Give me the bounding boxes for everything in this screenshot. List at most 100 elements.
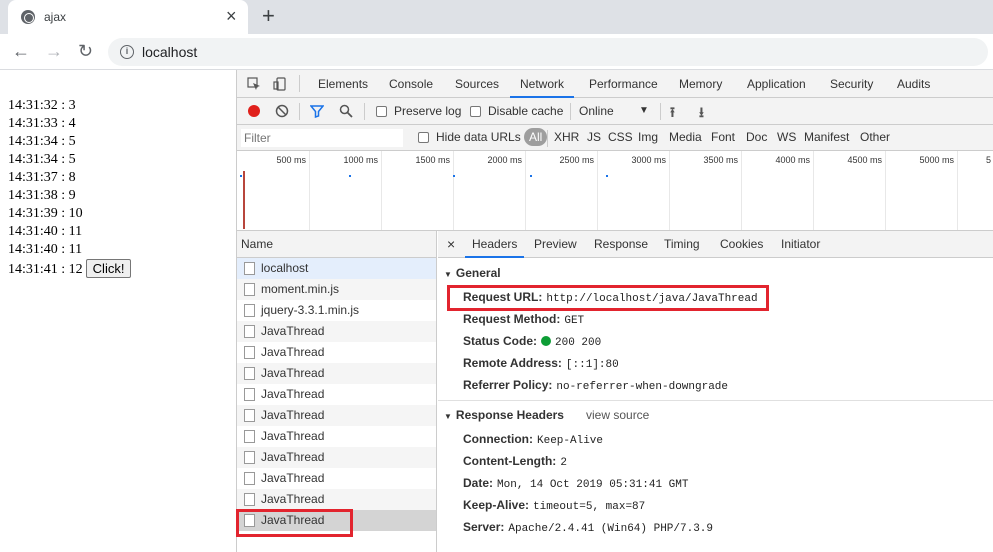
request-row[interactable]: JavaThread [237, 342, 436, 363]
tab-headers[interactable]: Headers [465, 231, 525, 258]
export-har-icon[interactable]: ⭳ [699, 102, 704, 126]
type-filter-other[interactable]: Other [860, 130, 890, 144]
tab-timing[interactable]: Timing [664, 231, 700, 258]
request-dot [453, 175, 455, 177]
device-toolbar-icon[interactable] [273, 77, 287, 91]
request-row[interactable]: JavaThread [237, 321, 436, 342]
triangle-down-icon: ▼ [444, 412, 452, 421]
search-icon[interactable] [339, 104, 353, 118]
forward-icon[interactable]: → [45, 39, 63, 63]
request-row[interactable]: JavaThread [237, 384, 436, 405]
tab-preview[interactable]: Preview [534, 231, 577, 258]
status-ok-icon [541, 336, 552, 346]
request-row[interactable]: JavaThread [237, 426, 436, 447]
close-details-icon[interactable]: × [447, 231, 455, 258]
timeline-gridline [669, 151, 670, 230]
clear-icon[interactable] [275, 104, 289, 118]
remote-address-value: [::1]:80 [565, 359, 619, 371]
type-filter-all[interactable]: All [524, 128, 548, 146]
preserve-log-checkbox[interactable] [376, 106, 387, 117]
type-filter-xhr[interactable]: XHR [554, 130, 579, 144]
status-code-key: Status Code: [463, 334, 538, 348]
request-row[interactable]: jquery-3.3.1.min.js [237, 300, 436, 321]
tab-sources[interactable]: Sources [455, 70, 499, 98]
toolbar-divider [547, 130, 548, 147]
address-bar[interactable]: i localhost [108, 38, 988, 66]
timeline-tick-label: 2000 ms [487, 155, 522, 165]
disable-cache-checkbox[interactable] [470, 106, 481, 117]
network-overview-timeline[interactable]: 500 ms 1000 ms 1500 ms 2000 ms 2500 ms 3… [237, 151, 993, 231]
back-icon[interactable]: ← [12, 39, 30, 63]
info-icon[interactable]: i [120, 45, 134, 59]
filter-icon[interactable] [310, 104, 324, 118]
type-filter-img[interactable]: Img [638, 130, 658, 144]
output-line: 14:31:39 : 10 [8, 206, 83, 221]
tab-audits[interactable]: Audits [897, 70, 930, 98]
general-section-header[interactable]: ▼ General [444, 266, 501, 280]
toolbar-divider [299, 103, 300, 120]
request-row[interactable]: JavaThread [237, 447, 436, 468]
type-filter-js[interactable]: JS [587, 130, 601, 144]
tab-title: ajax [44, 10, 67, 24]
output-line: 14:31:32 : 3 [8, 98, 76, 113]
output-line: 14:31:34 : 5 [8, 134, 76, 149]
devtools-tabbar: Elements Console Sources Network Perform… [237, 70, 993, 98]
record-icon[interactable] [247, 104, 261, 118]
timeline-tick-label: 5 [985, 155, 991, 165]
type-filter-css[interactable]: CSS [608, 130, 633, 144]
tab-response[interactable]: Response [594, 231, 648, 258]
throttle-select[interactable]: Online [579, 104, 614, 118]
tab-application[interactable]: Application [747, 70, 806, 98]
timeline-marker [243, 171, 245, 229]
view-source-link[interactable]: view source [586, 408, 649, 422]
output-line: 14:31:37 : 8 [8, 170, 76, 185]
tab-console[interactable]: Console [389, 70, 433, 98]
request-method-key: Request Method: [463, 312, 561, 326]
header-key: Content-Length: [463, 454, 557, 468]
request-row[interactable]: JavaThread [237, 363, 436, 384]
response-header-row: Content-Length: 2 [463, 454, 567, 469]
tab-performance[interactable]: Performance [589, 70, 658, 98]
type-filter-ws[interactable]: WS [777, 130, 796, 144]
output-lines: 14:31:32 : 3 14:31:33 : 4 14:31:34 : 5 1… [8, 97, 132, 278]
type-filter-doc[interactable]: Doc [746, 130, 767, 144]
name-column-header[interactable]: Name [237, 231, 436, 258]
chevron-down-icon[interactable]: ▼ [639, 105, 649, 116]
tab-security[interactable]: Security [830, 70, 873, 98]
header-value: Apache/2.4.41 (Win64) PHP/7.3.9 [508, 523, 714, 535]
new-tab-icon[interactable]: + [262, 4, 275, 28]
remote-address-key: Remote Address: [463, 356, 562, 370]
request-row[interactable]: JavaThread [237, 405, 436, 426]
import-har-icon[interactable]: ⭱ [670, 102, 675, 126]
url-text: localhost [142, 44, 198, 60]
type-filter-font[interactable]: Font [711, 130, 735, 144]
click-button[interactable]: Click! [85, 259, 132, 278]
toolbar-divider [660, 103, 661, 120]
request-name: JavaThread [261, 366, 325, 380]
type-filter-media[interactable]: Media [669, 130, 702, 144]
request-row[interactable]: JavaThread [237, 468, 436, 489]
filter-input[interactable] [241, 129, 403, 147]
document-icon [244, 325, 255, 338]
script-icon [244, 304, 255, 317]
type-filter-manifest[interactable]: Manifest [804, 130, 849, 144]
response-headers-section-header[interactable]: ▼ Response Headers [444, 408, 564, 422]
hide-data-urls-checkbox[interactable] [418, 132, 429, 143]
request-row[interactable]: moment.min.js [237, 279, 436, 300]
inspect-element-icon[interactable] [247, 77, 261, 91]
tab-elements[interactable]: Elements [318, 70, 368, 98]
hide-data-urls-label: Hide data URLs [436, 130, 521, 144]
output-line: 14:31:33 : 4 [8, 116, 76, 131]
timeline-tick-label: 500 ms [276, 155, 306, 165]
tab-initiator[interactable]: Initiator [781, 231, 820, 258]
request-row[interactable]: localhost [237, 258, 436, 279]
tab-memory[interactable]: Memory [679, 70, 722, 98]
tab-network[interactable]: Network [510, 70, 575, 98]
reload-icon[interactable]: ↻ [78, 39, 93, 63]
timeline-tick-label: 4500 ms [847, 155, 882, 165]
browser-tab[interactable]: ajax × [8, 0, 248, 34]
header-key: Keep-Alive: [463, 498, 530, 512]
close-tab-icon[interactable]: × [226, 7, 237, 25]
request-row[interactable]: JavaThread [237, 489, 436, 510]
tab-cookies[interactable]: Cookies [720, 231, 763, 258]
